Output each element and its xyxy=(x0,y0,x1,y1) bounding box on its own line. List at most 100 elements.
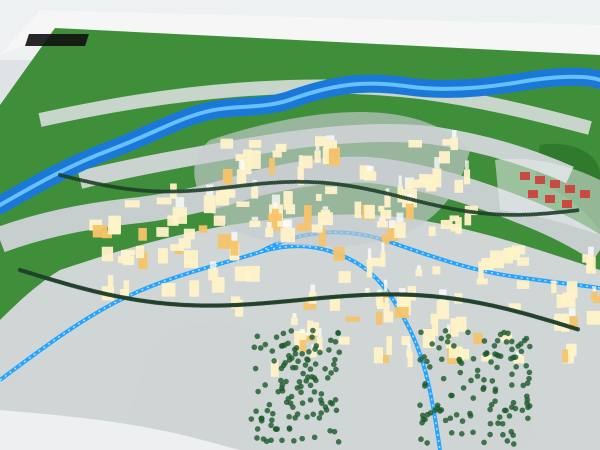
park-tree xyxy=(299,400,306,406)
park-tree xyxy=(292,351,299,357)
park-tree xyxy=(288,328,295,334)
park-tree xyxy=(436,344,442,351)
lit-building xyxy=(251,186,259,199)
lit-building xyxy=(317,212,333,226)
park-tree xyxy=(262,382,268,388)
park-tree xyxy=(499,420,506,427)
park-tree xyxy=(524,397,531,403)
park-tree xyxy=(515,343,521,349)
lit-building xyxy=(551,280,557,294)
park-tree xyxy=(286,425,293,431)
lit-building xyxy=(208,268,219,281)
park-tree xyxy=(508,355,514,362)
park-tree xyxy=(302,362,309,368)
lit-building xyxy=(303,205,312,223)
park-tree xyxy=(332,339,339,345)
park-tree xyxy=(458,430,465,437)
tower-top xyxy=(175,197,185,208)
lit-building xyxy=(383,303,390,313)
park-tree xyxy=(290,404,296,410)
park-tree xyxy=(332,397,339,403)
red-roof xyxy=(562,200,572,208)
park-tree xyxy=(509,338,515,345)
park-tree xyxy=(269,410,276,417)
lit-building xyxy=(366,259,373,278)
lit-building xyxy=(432,168,442,188)
park-tree xyxy=(418,436,424,443)
park-tree xyxy=(291,438,297,444)
park-tree xyxy=(311,434,318,441)
park-tree xyxy=(327,399,334,406)
lit-building xyxy=(322,147,329,165)
lit-building xyxy=(236,201,250,207)
park-tree xyxy=(264,407,271,414)
lit-building xyxy=(489,250,505,269)
lit-building xyxy=(198,225,208,233)
red-roof xyxy=(565,185,575,193)
tower-top xyxy=(384,279,388,292)
park-tree xyxy=(481,377,487,383)
lit-building xyxy=(107,275,114,292)
lit-building xyxy=(384,195,391,208)
park-tree xyxy=(444,338,451,345)
tower-top xyxy=(434,157,440,169)
park-tree xyxy=(518,348,525,355)
lit-building xyxy=(476,278,488,285)
park-tree xyxy=(504,438,511,444)
tower-top xyxy=(251,216,259,221)
park-tree xyxy=(322,365,328,372)
park-tree xyxy=(483,350,490,356)
park-tree xyxy=(271,358,277,364)
lit-building xyxy=(364,205,375,219)
lit-building xyxy=(408,139,423,148)
lit-building xyxy=(156,197,172,205)
park-tree xyxy=(335,439,342,445)
lit-building xyxy=(172,207,187,224)
park-tree xyxy=(274,426,280,432)
lit-building xyxy=(243,149,252,162)
park-tree xyxy=(260,436,267,442)
lit-building xyxy=(440,219,453,230)
lit-building xyxy=(406,348,412,358)
lit-building xyxy=(428,226,436,236)
park-tree xyxy=(456,356,462,363)
lit-building xyxy=(338,336,350,345)
park-tree xyxy=(506,413,513,419)
lit-building xyxy=(383,311,394,323)
lit-building xyxy=(311,224,323,233)
park-tree xyxy=(319,400,325,406)
lit-building xyxy=(562,292,576,308)
lit-building xyxy=(375,295,384,306)
park-tree xyxy=(470,355,477,362)
park-tree xyxy=(333,407,340,414)
park-tree xyxy=(326,347,332,353)
tower-top xyxy=(416,265,422,270)
park-tree xyxy=(266,401,273,408)
park-tree xyxy=(295,358,301,365)
parking-lot-black xyxy=(25,34,89,46)
lit-building xyxy=(178,238,191,249)
park-tree xyxy=(492,386,499,392)
lit-building xyxy=(135,245,145,259)
lit-building xyxy=(108,215,121,234)
park-tree xyxy=(310,327,316,334)
lit-building xyxy=(354,201,362,218)
park-tree xyxy=(296,378,303,385)
park-tree xyxy=(496,414,503,420)
park-tree xyxy=(448,430,455,436)
park-tree xyxy=(257,345,264,351)
park-tree xyxy=(254,426,261,432)
park-tree xyxy=(500,431,506,438)
lit-building xyxy=(298,333,307,341)
park-tree xyxy=(442,327,449,334)
park-tree xyxy=(489,378,496,384)
lit-building xyxy=(272,150,282,158)
lit-building xyxy=(376,221,388,228)
park-tree xyxy=(254,333,261,340)
park-tree xyxy=(313,377,319,384)
park-tree xyxy=(521,337,528,344)
park-tree xyxy=(523,363,530,369)
park-tree xyxy=(488,401,495,408)
park-tree xyxy=(306,348,312,355)
lit-building xyxy=(234,266,250,282)
